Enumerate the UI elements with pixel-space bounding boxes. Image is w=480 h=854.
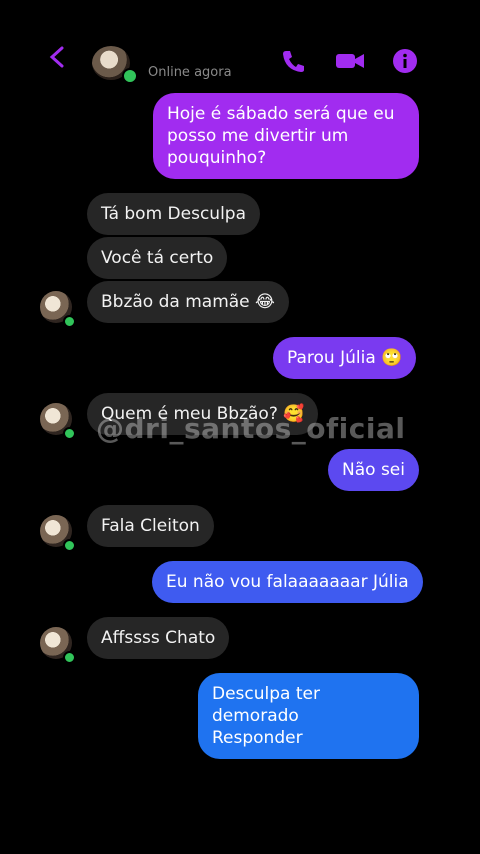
outgoing-message[interactable]: Não sei (328, 449, 419, 491)
phone-icon[interactable] (280, 48, 306, 74)
online-indicator (63, 427, 76, 440)
incoming-message[interactable]: Tá bom Desculpa (87, 193, 261, 235)
outgoing-message[interactable]: Parou Júlia 🙄 (273, 337, 417, 379)
video-camera-icon[interactable] (334, 48, 366, 74)
incoming-message[interactable]: Bbzão da mamãe 😂 (87, 281, 289, 323)
outgoing-message[interactable]: Hoje é sábado será que eu posso me diver… (153, 93, 419, 179)
info-icon[interactable] (392, 48, 418, 74)
online-indicator (63, 315, 76, 328)
incoming-message[interactable]: Fala Cleiton (87, 505, 214, 547)
online-status: Online agora (148, 65, 232, 80)
back-arrow-icon[interactable] (44, 44, 70, 70)
online-indicator (63, 651, 76, 664)
outgoing-message[interactable]: Eu não vou falaaaaaaar Júlia (152, 561, 423, 603)
online-indicator (122, 68, 138, 84)
incoming-message[interactable]: Affssss Chato (87, 617, 230, 659)
chat-header: Online agora (0, 0, 480, 84)
watermark: @dri_santos_oficial (96, 412, 406, 445)
incoming-message[interactable]: Você tá certo (87, 237, 228, 279)
online-indicator (63, 539, 76, 552)
outgoing-message[interactable]: Desculpa ter demorado Responder (198, 673, 419, 759)
